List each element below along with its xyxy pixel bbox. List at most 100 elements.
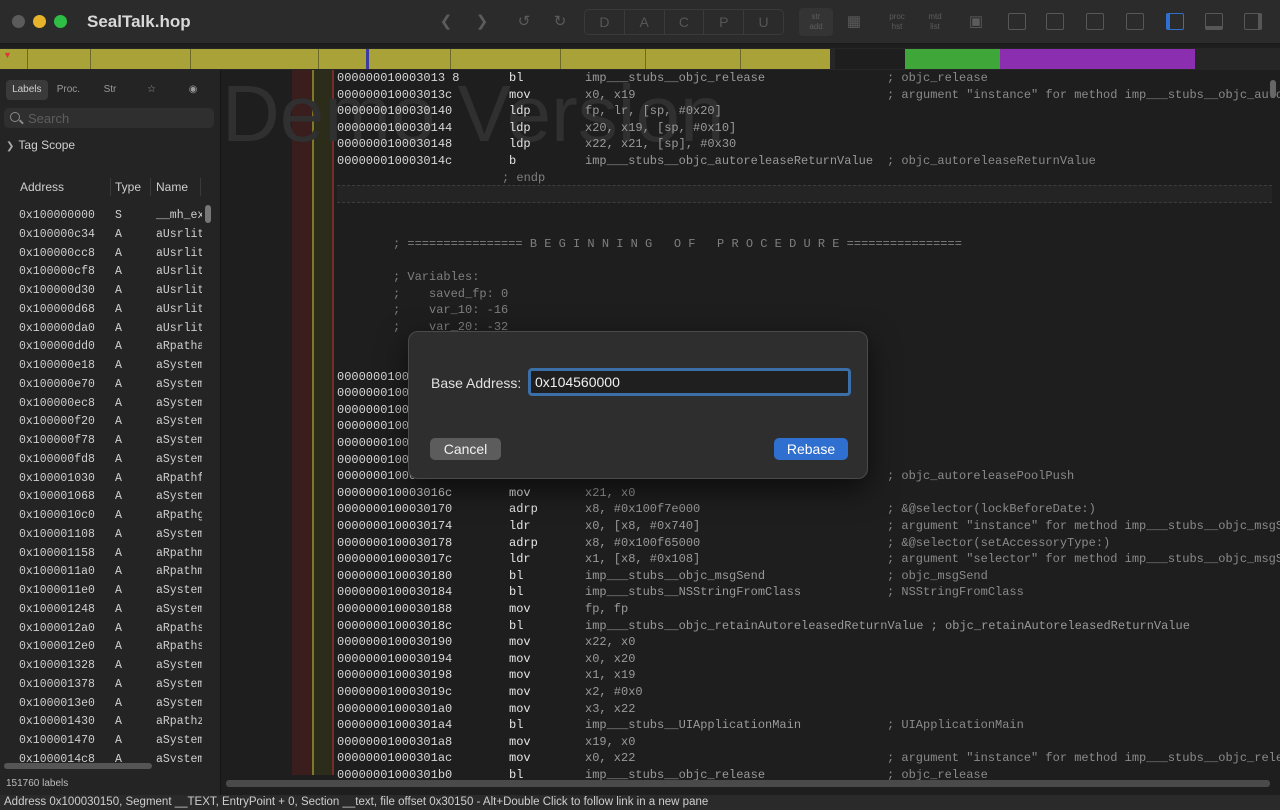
label-row[interactable]: 0x100001378 AaSystem	[0, 676, 210, 695]
label-list-horizontal-scrollbar[interactable]	[4, 763, 152, 769]
label-row[interactable]: 0x100000000 S __mh_ex	[0, 207, 210, 226]
code-line[interactable]: 00000001000301a0 mov x3, x22	[337, 701, 1272, 718]
label-row[interactable]: 0x100001470 AaSystem	[0, 732, 210, 751]
layout-split-icon[interactable]	[1126, 13, 1144, 30]
base-address-input[interactable]	[528, 368, 851, 396]
label-row[interactable]: 0x100000e18 AaSystem	[0, 357, 210, 376]
ascii-button[interactable]: A	[625, 10, 665, 34]
procedure-button[interactable]: P	[704, 10, 745, 34]
label-row[interactable]: 0x100000fd8 AaSystem	[0, 451, 210, 470]
label-row[interactable]: 0x100001030 AaRpathf	[0, 470, 210, 489]
code-line[interactable]: ; ================ B E G I N N I N G O F…	[337, 236, 1272, 253]
forward-icon[interactable]: ❯	[472, 9, 492, 35]
column-type[interactable]: Type	[115, 180, 141, 194]
code-line[interactable]: ; endp	[337, 170, 1272, 187]
code-line[interactable]: 000000010003018c bl imp___stubs__objc_reta…	[337, 618, 1272, 635]
label-row[interactable]: 0x100000cf8 AaUsrlit	[0, 263, 210, 282]
graph-icon[interactable]: ▦	[843, 9, 865, 35]
code-line[interactable]: 0000000100030178 adrp x8, #0x100f65000 ; &@…	[337, 535, 1272, 552]
code-line[interactable]	[337, 186, 1272, 203]
label-row[interactable]: 0x100001068 AaSystem	[0, 488, 210, 507]
code-horizontal-scrollbar[interactable]	[226, 780, 1270, 787]
label-row[interactable]: 0x100001430 AaRpathz	[0, 713, 210, 732]
navigation-bar[interactable]: ▼	[0, 48, 1280, 70]
toggle-left-sidebar-icon[interactable]	[1166, 13, 1184, 30]
code-line[interactable]: ; saved_fp: 0	[337, 286, 1272, 303]
code-line[interactable]: 000000010003013 8 bl imp___stubs__objc_rel…	[337, 70, 1272, 87]
code-line[interactable]: 00000001000301a4 bl imp___stubs__UIApplica…	[337, 717, 1272, 734]
code-line[interactable]: 000000010003019c mov x2, #0x0	[337, 684, 1272, 701]
layout-left-icon[interactable]	[1008, 13, 1026, 30]
label-row[interactable]: 0x100000e70 AaSystem	[0, 376, 210, 395]
toggle-bottom-panel-icon[interactable]	[1205, 13, 1223, 30]
code-line[interactable]: ; Variables:	[337, 269, 1272, 286]
code-line[interactable]: 0000000100030170 adrp x8, #0x100f7e000 ; &@…	[337, 501, 1272, 518]
label-row[interactable]: 0x100000d30 AaUsrlit	[0, 282, 210, 301]
tab-bookmarks[interactable]: ☆	[131, 80, 173, 100]
toggle-right-sidebar-icon[interactable]	[1244, 13, 1262, 30]
label-row[interactable]: 0x100001328 AaSystem	[0, 657, 210, 676]
code-line[interactable]: 000000010003016c mov x21, x0	[337, 485, 1272, 502]
code-line[interactable]: 0000000100030144 ldp x20, x19, [sp, #0x10]	[337, 120, 1272, 137]
layout-bottom-icon[interactable]	[1046, 13, 1064, 30]
minimize-window-button[interactable]	[33, 15, 46, 28]
label-row[interactable]: 0x1000010c0 AaRpathg	[0, 507, 210, 526]
label-list-vertical-scrollbar[interactable]	[205, 205, 211, 223]
method-list-button[interactable]: mtd list	[920, 8, 950, 36]
code-line[interactable]: 0000000100030148 ldp x22, x21, [sp], #0x30	[337, 136, 1272, 153]
code-line[interactable]	[337, 253, 1272, 270]
label-row[interactable]: 0x1000011a0 AaRpathm	[0, 563, 210, 582]
code-line[interactable]	[337, 203, 1272, 220]
code-line[interactable]: 0000000100030180 bl imp___stubs__objc_msgS…	[337, 568, 1272, 585]
undefined-button[interactable]: U	[744, 10, 783, 34]
label-row[interactable]: 0x100000d68 AaUsrlit	[0, 301, 210, 320]
code-line[interactable]: 000000010003014c b imp___stubs__objc_autor…	[337, 153, 1272, 170]
column-name[interactable]: Name	[156, 180, 188, 194]
undo-icon[interactable]: ↺	[514, 9, 534, 35]
label-row[interactable]: 0x100000dd0 AaRpatha	[0, 338, 210, 357]
string-add-button[interactable]: str add	[799, 8, 833, 36]
label-row[interactable]: 0x1000013e0 AaSystem	[0, 695, 210, 714]
code-line[interactable]: 0000000100030188 mov fp, fp	[337, 601, 1272, 618]
label-row[interactable]: 0x100000da0 AaUsrlit	[0, 320, 210, 339]
label-row[interactable]: 0x1000012a0 AaRpaths	[0, 620, 210, 639]
column-address[interactable]: Address	[20, 180, 64, 194]
label-row[interactable]: 0x1000012e0 AaRpaths	[0, 638, 210, 657]
data-button[interactable]: D	[585, 10, 625, 34]
back-icon[interactable]: ❮	[436, 9, 456, 35]
layout-center-icon[interactable]	[1086, 13, 1104, 30]
code-button[interactable]: C	[665, 10, 705, 34]
code-line[interactable]: 0000000100030140 ldp fp, lr, [sp, #0x20]	[337, 103, 1272, 120]
code-line[interactable]: 0000000100030184 bl imp___stubs__NSStringF…	[337, 584, 1272, 601]
code-line[interactable]: 00000001000301ac mov x0, x22 ; argument "in…	[337, 750, 1280, 767]
code-line[interactable]: 0000000100030198 mov x1, x19	[337, 667, 1272, 684]
search-input[interactable]	[28, 109, 208, 127]
tab-procedures[interactable]: Proc.	[48, 80, 90, 100]
cpu-icon[interactable]: ▣	[966, 9, 986, 35]
zoom-window-button[interactable]	[54, 15, 67, 28]
code-line[interactable]: 0000000100030194 mov x0, x20	[337, 651, 1272, 668]
rebase-button[interactable]: Rebase	[774, 438, 848, 460]
code-line[interactable]: 0000000100030174 ldr x0, [x8, #0x740] ; arg…	[337, 518, 1280, 535]
proc-history-button[interactable]: proc hst	[880, 8, 914, 36]
cancel-button[interactable]: Cancel	[430, 438, 501, 460]
tab-labels[interactable]: Labels	[6, 80, 48, 100]
label-row[interactable]: 0x100001248 AaSystem	[0, 601, 210, 620]
close-window-button[interactable]	[12, 15, 25, 28]
label-row[interactable]: 0x100000cc8 AaUsrlit	[0, 245, 210, 264]
label-list[interactable]: 0x100000000 S __mh_ex 0x100000c34 AaUsrlit 0x…	[0, 207, 210, 762]
tab-strings[interactable]: Str	[89, 80, 131, 100]
tag-scope-disclosure[interactable]: ❯ Tag Scope	[6, 138, 75, 152]
label-row[interactable]: 0x1000011e0 AaSystem	[0, 582, 210, 601]
code-line[interactable]: 000000010003017c ldr x1, [x8, #0x108] ; arg…	[337, 551, 1280, 568]
code-vertical-scrollbar[interactable]	[1270, 80, 1276, 98]
label-row[interactable]: 0x100000c34 AaUsrlit	[0, 226, 210, 245]
tab-tags[interactable]: ◉	[172, 80, 214, 100]
label-row[interactable]: 0x100000f20 AaSystem	[0, 413, 210, 432]
code-line[interactable]: 00000001000301a8 mov x19, x0	[337, 734, 1272, 751]
label-row[interactable]: 0x1000014c8 AaSystem	[0, 751, 210, 762]
code-line[interactable]: 000000010003013c mov x0, x19 ; argument "in…	[337, 87, 1280, 104]
label-row[interactable]: 0x100001158 AaRpathm	[0, 545, 210, 564]
label-row[interactable]: 0x100000f78 AaSystem	[0, 432, 210, 451]
redo-icon[interactable]: ↻	[550, 9, 570, 35]
